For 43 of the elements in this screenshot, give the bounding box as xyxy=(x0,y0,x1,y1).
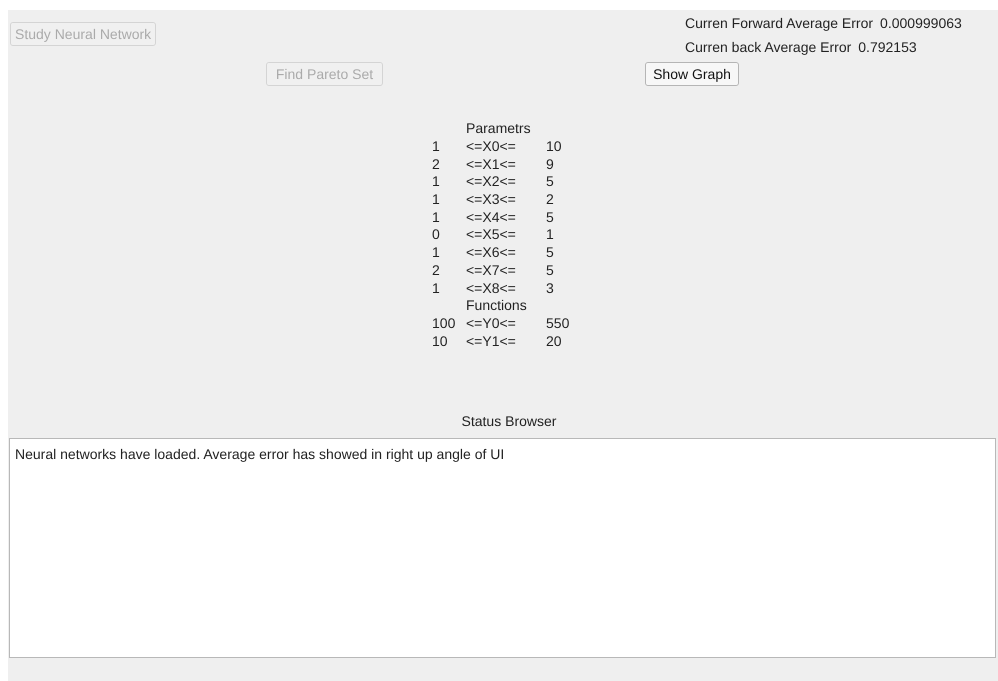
min-value: 2 xyxy=(432,260,441,280)
min-value: 2 xyxy=(432,154,441,174)
error-value: 0.000999063 xyxy=(880,14,962,32)
max-value: 5 xyxy=(546,260,554,280)
max-value: 20 xyxy=(546,332,562,351)
max-value: 2 xyxy=(546,190,554,210)
max-value: 9 xyxy=(546,154,554,174)
variable-label: <=Y0<= xyxy=(466,314,517,333)
max-value: 5 xyxy=(546,243,554,262)
max-value: 550 xyxy=(546,314,570,333)
section-heading: Functions xyxy=(466,296,527,316)
min-value: 1 xyxy=(432,278,441,298)
max-value: 10 xyxy=(546,137,562,156)
variable-label: <=X6<= xyxy=(466,243,517,262)
max-value: 3 xyxy=(546,278,554,298)
status-text-area[interactable]: Neural networks have loaded. Average error has showed in right up angle of UI xyxy=(9,438,996,658)
min-value: 1 xyxy=(432,172,441,192)
error-label: Curren back Average Error xyxy=(685,38,852,57)
min-value: 100 xyxy=(432,314,456,333)
section-heading: Parametrs xyxy=(466,119,531,138)
min-value: 0 xyxy=(432,225,441,244)
variable-label: <=X8<= xyxy=(466,278,517,298)
variable-label: <=Y1<= xyxy=(466,332,517,351)
action-button[interactable]: Show Graph xyxy=(645,62,739,86)
variable-label: <=X0<= xyxy=(466,137,517,156)
variable-label: <=X4<= xyxy=(466,208,517,227)
variable-label: <=X1<= xyxy=(466,154,517,174)
min-value: 1 xyxy=(432,208,441,227)
min-value: 1 xyxy=(432,190,441,210)
max-value: 5 xyxy=(546,208,554,227)
error-label: Curren Forward Average Error xyxy=(685,14,874,33)
status-title: Status Browser xyxy=(462,412,556,430)
variable-label: <=X3<= xyxy=(466,190,517,210)
variable-label: <=X7<= xyxy=(466,260,517,280)
status-message: Neural networks have loaded. Average error has showed in right up angle of UI xyxy=(15,446,504,462)
variable-label: <=X5<= xyxy=(466,225,517,244)
max-value: 5 xyxy=(546,172,554,192)
variable-label: <=X2<= xyxy=(466,172,517,192)
min-value: 1 xyxy=(432,137,441,156)
min-value: 10 xyxy=(432,332,449,351)
min-value: 1 xyxy=(432,243,441,262)
max-value: 1 xyxy=(546,225,554,244)
error-value: 0.792153 xyxy=(858,38,917,56)
